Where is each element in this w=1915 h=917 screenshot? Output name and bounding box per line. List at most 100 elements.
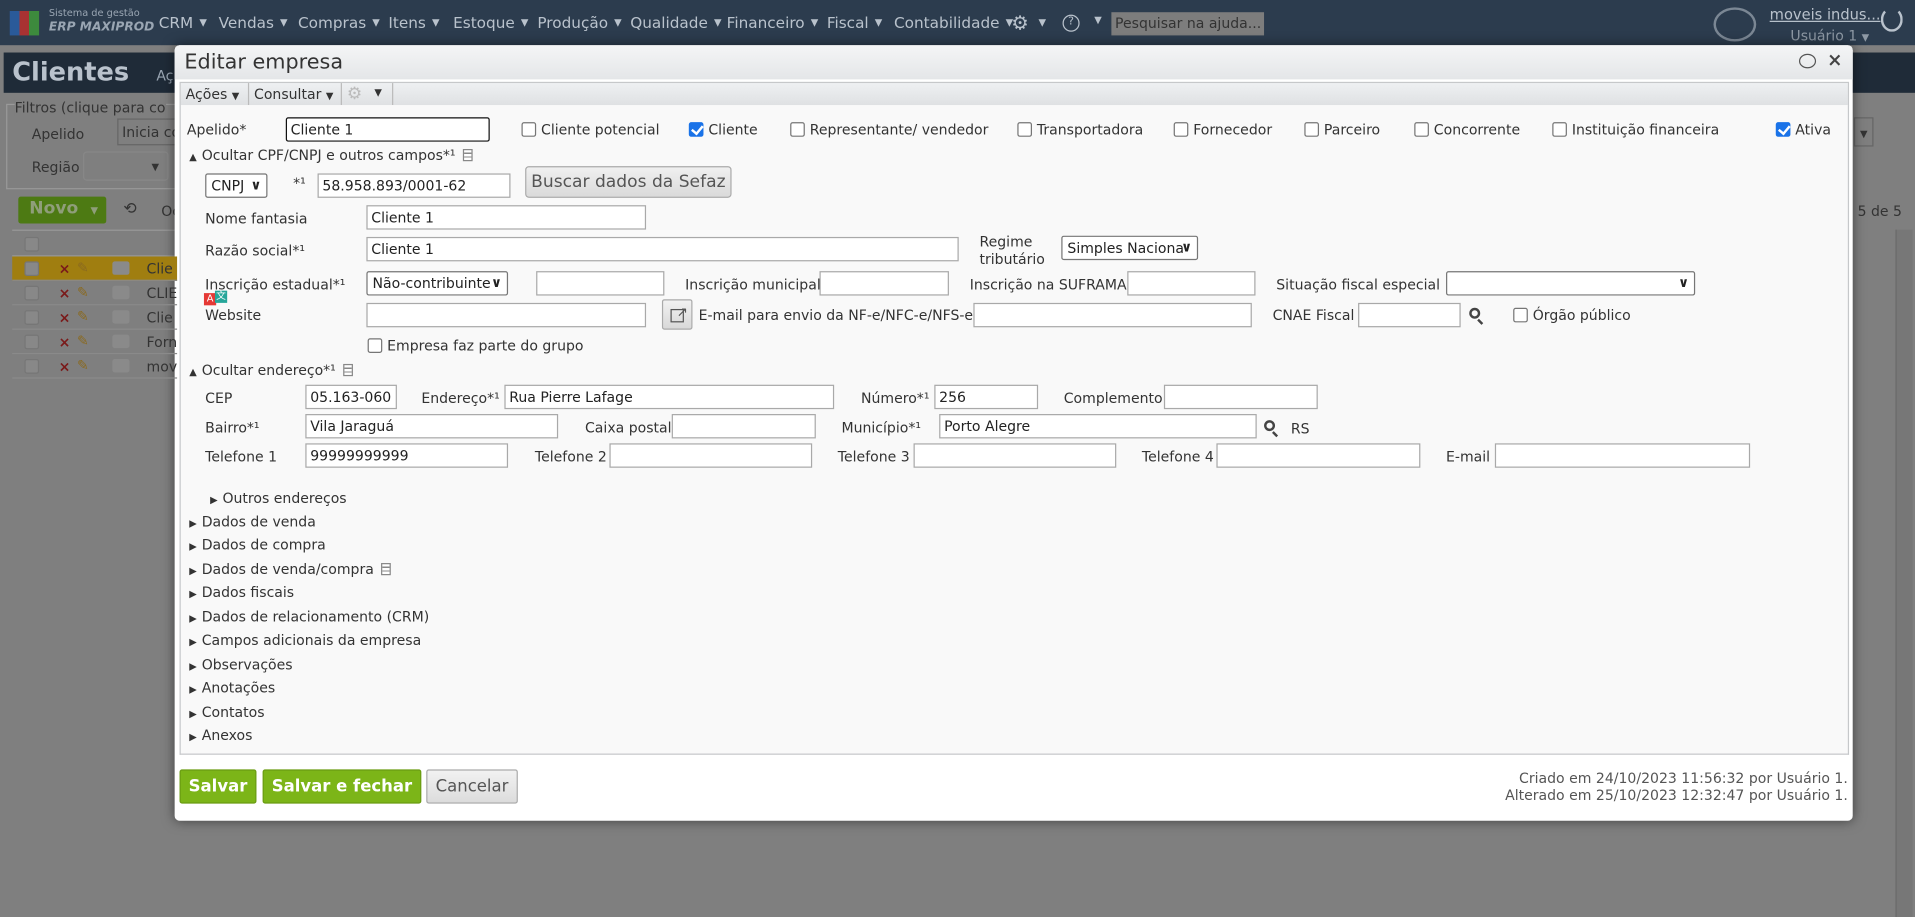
- help-search-input[interactable]: Pesquisar na ajuda...: [1111, 12, 1265, 36]
- table-row[interactable]: × ✎ Clie: [12, 256, 178, 281]
- email-nfe-input[interactable]: [973, 302, 1252, 328]
- delete-icon[interactable]: ×: [59, 333, 71, 350]
- fetch-sefaz-button[interactable]: Buscar dados da Sefaz: [525, 166, 732, 198]
- nav-menu-item[interactable]: Estoque ▼: [453, 13, 528, 31]
- row-checkbox[interactable]: [24, 359, 40, 374]
- cep-input[interactable]: 05.163-060: [305, 384, 397, 410]
- list-scrollbar[interactable]: [1895, 229, 1913, 917]
- complemento-input[interactable]: [1163, 384, 1318, 410]
- type-checkbox[interactable]: Cliente potencial: [521, 121, 660, 138]
- checkbox[interactable]: [1414, 122, 1429, 137]
- edit-icon[interactable]: ✎: [77, 259, 89, 276]
- gear-menu-button[interactable]: ⚙ ▼: [344, 83, 394, 106]
- modal-chat-icon[interactable]: [1798, 53, 1817, 69]
- print-icon[interactable]: [112, 334, 130, 349]
- collapsible-section[interactable]: ▶ Dados de compra: [189, 536, 325, 553]
- type-checkbox[interactable]: Transportadora: [1017, 121, 1143, 138]
- print-icon[interactable]: [112, 310, 130, 324]
- delete-icon[interactable]: ×: [59, 285, 71, 302]
- actions-menu[interactable]: Aç: [156, 67, 173, 84]
- chat-icon[interactable]: [1713, 7, 1757, 42]
- checkbox[interactable]: [1775, 122, 1791, 137]
- other-addresses-section[interactable]: ▶ Outros endereços: [210, 490, 347, 507]
- right-filter-select[interactable]: ▼: [1853, 117, 1874, 147]
- checkbox[interactable]: [688, 122, 704, 137]
- help-icon[interactable]: ?: [1062, 14, 1080, 32]
- search-icon[interactable]: [1264, 420, 1276, 432]
- razao-social-input[interactable]: Cliente 1: [366, 236, 959, 262]
- company-link[interactable]: moveis indus...: [1770, 6, 1881, 23]
- nome-fantasia-input[interactable]: Cliente 1: [366, 205, 647, 230]
- cnpj-input[interactable]: 58.958.893/0001-62: [317, 173, 511, 198]
- suframa-input[interactable]: [1127, 271, 1256, 296]
- toggle-cpf-section[interactable]: ▲ Ocultar CPF/CNPJ e outros campos*¹: [189, 147, 473, 164]
- checkbox[interactable]: [1017, 122, 1032, 137]
- email-input[interactable]: [1494, 443, 1751, 468]
- checkbox[interactable]: [790, 122, 805, 137]
- open-link-button[interactable]: ↗: [661, 299, 693, 330]
- save-button[interactable]: Salvar: [179, 769, 257, 804]
- toggle-address-section[interactable]: ▲ Ocultar endereço*¹: [189, 362, 353, 379]
- consult-menu-button[interactable]: Consultar ▼: [249, 83, 342, 106]
- print-icon[interactable]: [112, 285, 130, 300]
- print-icon[interactable]: [112, 359, 130, 373]
- collapsible-section[interactable]: ▶ Anotações: [189, 679, 275, 696]
- nav-menu-item[interactable]: Produção ▼: [537, 13, 621, 31]
- collapsible-section[interactable]: ▶ Dados de relacionamento (CRM): [189, 608, 429, 625]
- collapsible-section[interactable]: ▶ Anexos: [189, 727, 252, 744]
- edit-icon[interactable]: ✎: [77, 357, 89, 374]
- type-checkbox[interactable]: Instituição financeira: [1552, 121, 1719, 138]
- table-row[interactable]: × ✎ mov: [12, 354, 177, 379]
- grupo-checkbox[interactable]: Empresa faz parte do grupo: [367, 337, 583, 354]
- row-checkbox[interactable]: [24, 334, 40, 350]
- new-button[interactable]: Novo ▼: [18, 196, 107, 224]
- ie-input[interactable]: [536, 271, 665, 296]
- checkbox[interactable]: [521, 122, 537, 137]
- filter-apelido-select[interactable]: Inicia co: [117, 118, 180, 146]
- filter-regiao-select[interactable]: ▼: [83, 151, 169, 181]
- collapsible-section[interactable]: ▶ Campos adicionais da empresa: [189, 631, 421, 648]
- translate-icon[interactable]: A文: [203, 290, 228, 306]
- collapsible-section[interactable]: ▶ Contatos: [189, 703, 264, 720]
- row-checkbox[interactable]: [24, 285, 40, 301]
- regime-select[interactable]: Simples Naciona ∨: [1061, 235, 1199, 261]
- edit-icon[interactable]: ✎: [77, 308, 89, 325]
- bairro-input[interactable]: Vila Jaraguá: [305, 414, 559, 439]
- nav-menu-item[interactable]: Contabilidade ▼: [894, 13, 1013, 31]
- type-checkbox[interactable]: Concorrente: [1414, 121, 1520, 138]
- checkbox[interactable]: [367, 338, 383, 353]
- checkbox[interactable]: [1513, 307, 1528, 323]
- ie-select[interactable]: Não-contribuinte ∨: [366, 271, 509, 296]
- close-icon[interactable]: ×: [1827, 49, 1842, 71]
- table-row[interactable]: × ✎ Forn: [12, 330, 177, 355]
- row-checkbox[interactable]: [24, 261, 40, 277]
- collapsible-section[interactable]: ▶ Dados de venda: [189, 513, 316, 530]
- type-checkbox[interactable]: Cliente: [688, 121, 758, 138]
- telefone3-input[interactable]: [913, 443, 1117, 468]
- type-checkbox[interactable]: Ativa: [1775, 121, 1831, 138]
- im-input[interactable]: [819, 271, 949, 296]
- nav-menu-item[interactable]: Itens ▼: [388, 13, 439, 31]
- cnae-input[interactable]: [1358, 302, 1461, 328]
- orgao-publico-checkbox[interactable]: Órgão público: [1513, 307, 1631, 324]
- nav-menu-item[interactable]: Financeiro ▼: [727, 13, 819, 31]
- type-checkbox[interactable]: Representante/ vendedor: [790, 121, 988, 138]
- nav-menu-item[interactable]: Compras ▼: [298, 13, 380, 31]
- telefone1-input[interactable]: 99999999999: [305, 443, 509, 468]
- table-row[interactable]: × ✎ CLIE: [12, 281, 177, 306]
- settings-icon[interactable]: ⚙ ▼: [1011, 11, 1046, 34]
- cancel-button[interactable]: Cancelar: [426, 769, 518, 804]
- municipio-input[interactable]: Porto Alegre: [939, 414, 1257, 439]
- search-icon[interactable]: [1469, 307, 1481, 319]
- delete-icon[interactable]: ×: [59, 309, 71, 326]
- actions-menu-button[interactable]: Ações ▼: [181, 83, 250, 106]
- edit-icon[interactable]: ✎: [77, 332, 89, 349]
- delete-icon[interactable]: ×: [59, 260, 71, 277]
- collapsible-section[interactable]: ▶ Observações: [189, 656, 292, 673]
- type-checkbox[interactable]: Parceiro: [1304, 121, 1380, 138]
- save-close-button[interactable]: Salvar e fechar: [262, 769, 422, 804]
- nav-menu-item[interactable]: CRM ▼: [159, 13, 207, 31]
- checkbox[interactable]: [1304, 122, 1320, 137]
- caixa-postal-input[interactable]: [671, 414, 816, 439]
- user-menu[interactable]: Usuário 1 ▼: [1790, 27, 1869, 44]
